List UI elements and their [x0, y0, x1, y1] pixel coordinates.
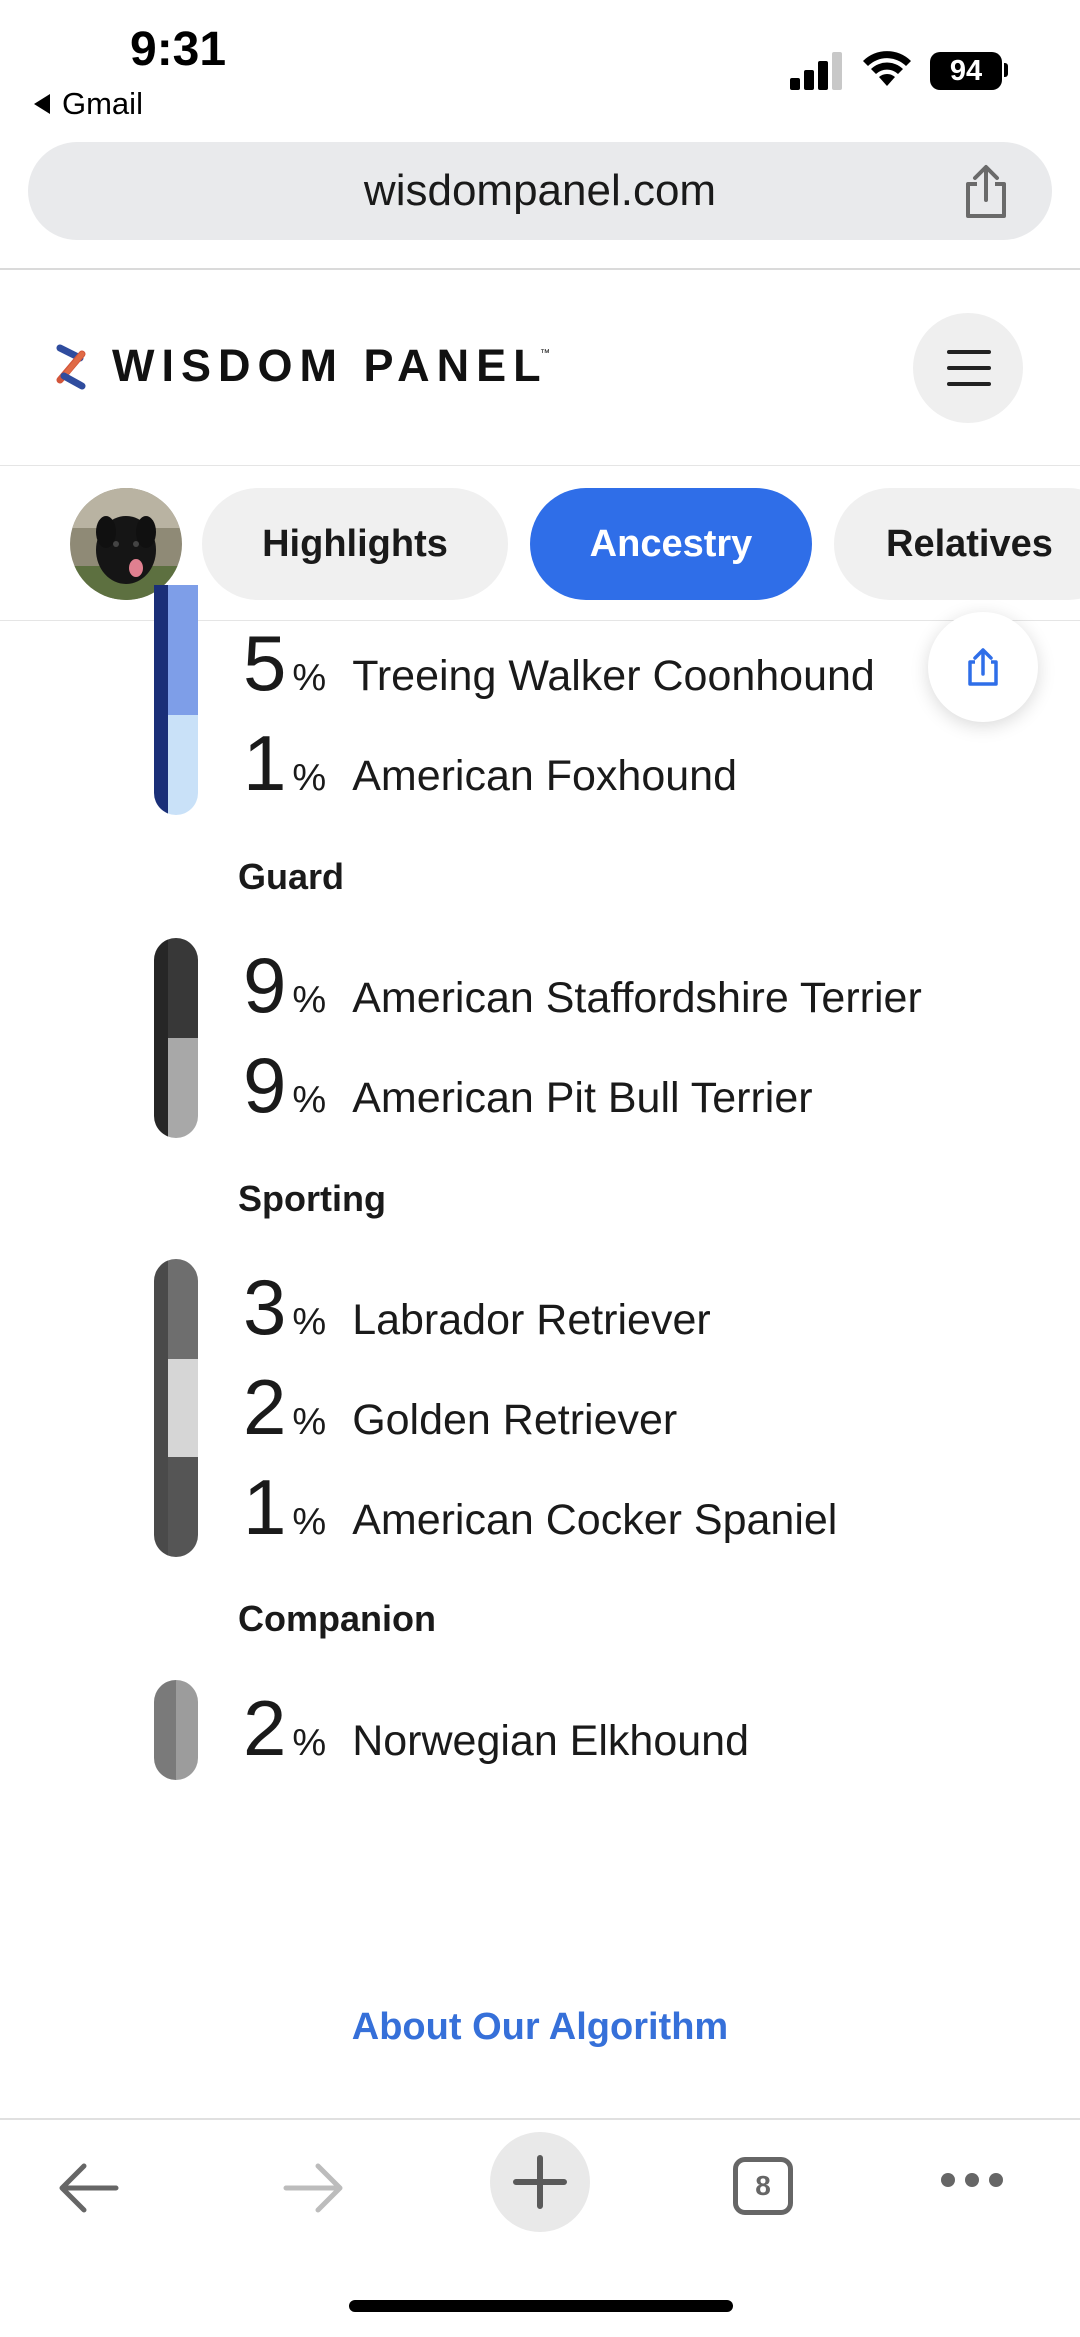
group-title-sporting: Sporting	[238, 1178, 386, 1219]
breed-percent: 5	[243, 619, 287, 707]
breed-percent: 2	[243, 1363, 287, 1451]
home-indicator	[349, 2300, 733, 2312]
back-app-label: Gmail	[62, 86, 143, 121]
dog-avatar[interactable]	[70, 488, 182, 600]
breed-name: Labrador Retriever	[352, 1296, 711, 1344]
breed-percent: 9	[243, 941, 287, 1029]
hound-bar-segment-foxhound	[168, 715, 198, 815]
new-tab-button[interactable]	[490, 2132, 590, 2232]
group-title-guard: Guard	[238, 856, 345, 897]
tab-ancestry[interactable]: Ancestry	[530, 488, 812, 600]
percent-sign: %	[292, 1301, 327, 1343]
hound-group-bar	[154, 585, 198, 815]
percent-sign: %	[292, 757, 327, 799]
guard-bar-dark	[154, 938, 168, 1138]
about-algorithm-link[interactable]: About Our Algorithm	[0, 2006, 1080, 2049]
back-to-gmail[interactable]: Gmail	[34, 86, 143, 122]
trademark-mark: ™	[540, 348, 550, 359]
hound-bar-segment-walker	[168, 585, 198, 715]
battery-nub	[1004, 63, 1008, 77]
tab-highlights[interactable]: Highlights	[202, 488, 508, 600]
battery-indicator: 94	[930, 52, 1002, 90]
percent-sign: %	[292, 979, 327, 1021]
breed-row: 2 % Golden Retriever	[243, 1368, 677, 1446]
status-time: 9:31	[130, 23, 227, 76]
menu-icon-line	[947, 366, 991, 370]
wifi-icon	[863, 51, 911, 86]
tabs-button[interactable]: 8	[733, 2157, 793, 2215]
hound-bar-dark	[154, 585, 168, 815]
menu-icon	[947, 350, 991, 354]
breed-row: 5 % Treeing Walker Coonhound	[243, 624, 875, 702]
guard-bar-segment-pitbull	[168, 1038, 198, 1138]
guard-group-bar	[154, 938, 198, 1138]
companion-bar-dark	[154, 1680, 176, 1780]
breed-row: 9 % American Pit Bull Terrier	[243, 1046, 813, 1124]
sporting-group-bar	[154, 1259, 198, 1557]
tab-relatives[interactable]: Relatives	[834, 488, 1080, 600]
url-text[interactable]: wisdompanel.com	[28, 142, 1052, 240]
breed-name: Treeing Walker Coonhound	[352, 652, 875, 700]
sporting-bar-segment-cocker	[168, 1457, 198, 1557]
breed-name: American Foxhound	[352, 752, 738, 800]
group-title-companion: Companion	[238, 1598, 436, 1639]
forward-arrow-icon[interactable]	[282, 2160, 346, 2216]
sporting-bar-dark	[154, 1259, 168, 1557]
menu-icon-line	[947, 382, 991, 386]
percent-sign: %	[292, 1501, 327, 1543]
guard-bar-segment-staffordshire	[168, 938, 198, 1038]
share-icon[interactable]	[960, 164, 1012, 220]
url-divider	[0, 268, 1080, 270]
menu-button[interactable]	[913, 313, 1023, 423]
percent-sign: %	[292, 657, 327, 699]
breed-row: 9 % American Staffordshire Terrier	[243, 946, 922, 1024]
breed-name: American Staffordshire Terrier	[352, 974, 922, 1022]
dog-photo-icon	[70, 488, 182, 600]
companion-bar-segment-elkhound	[176, 1680, 198, 1780]
breed-name: American Pit Bull Terrier	[352, 1074, 813, 1122]
percent-sign: %	[292, 1079, 327, 1121]
percent-sign: %	[292, 1401, 327, 1443]
breed-percent: 1	[243, 1463, 287, 1551]
sporting-bar-segment-labrador	[168, 1259, 198, 1359]
floating-share-button[interactable]	[928, 612, 1038, 722]
breed-percent: 3	[243, 1263, 287, 1351]
breed-name: Golden Retriever	[352, 1396, 678, 1444]
logo-mark-icon	[56, 344, 86, 390]
share-icon	[968, 648, 998, 686]
back-arrow-icon[interactable]	[56, 2160, 120, 2216]
breed-name: Norwegian Elkhound	[352, 1717, 749, 1765]
plus-icon	[513, 2155, 567, 2209]
breed-row: 3 % Labrador Retriever	[243, 1268, 711, 1346]
toolbar-divider	[0, 2118, 1080, 2120]
breed-percent: 9	[243, 1041, 287, 1129]
brand-logo-text[interactable]: WISDOM PANEL	[112, 340, 548, 392]
more-icon[interactable]	[938, 2170, 1006, 2190]
sporting-bar-segment-golden	[168, 1359, 198, 1457]
breed-row: 2 % Norwegian Elkhound	[243, 1689, 749, 1767]
back-triangle-icon	[34, 94, 50, 114]
companion-group-bar	[154, 1680, 198, 1780]
breed-row: 1 % American Foxhound	[243, 724, 737, 802]
breed-row: 1 % American Cocker Spaniel	[243, 1468, 837, 1546]
breed-name: American Cocker Spaniel	[352, 1496, 838, 1544]
signal-icon	[790, 52, 842, 90]
breed-percent: 2	[243, 1684, 287, 1772]
breed-percent: 1	[243, 719, 287, 807]
percent-sign: %	[292, 1722, 327, 1764]
